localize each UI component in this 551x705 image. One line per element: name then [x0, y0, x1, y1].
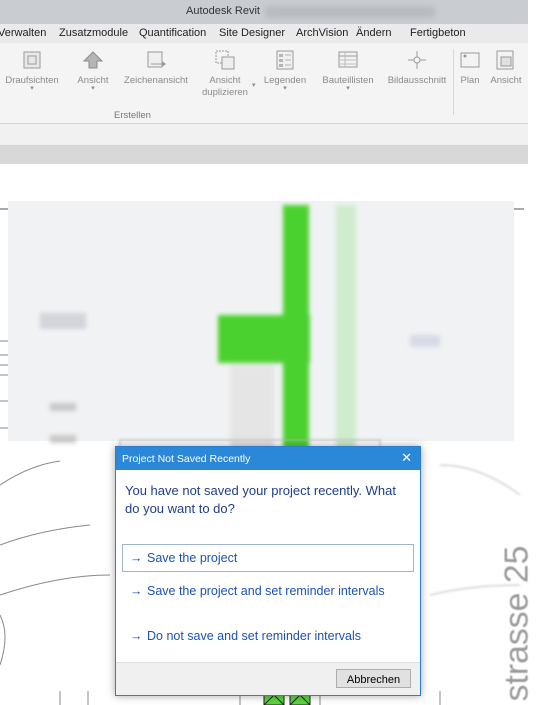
tab-fertigbeton[interactable]: Fertigbeton — [410, 27, 466, 39]
legends-button[interactable]: Legenden ▾ — [260, 49, 310, 92]
place-view-label: Ansicht — [490, 75, 522, 86]
dropdown-caret-icon: ▾ — [91, 85, 95, 92]
legend-icon — [273, 49, 297, 71]
sheet-button[interactable]: Plan — [456, 49, 484, 86]
tab-archvision[interactable]: ArchVision — [296, 27, 348, 39]
drafting-view-button[interactable]: Zeichenansicht — [120, 49, 192, 86]
duplicate-view-label: Ansicht duplizieren — [202, 75, 248, 98]
task-dialog: Project Not Saved Recently ✕ You have no… — [115, 446, 421, 696]
place-view-icon — [494, 49, 518, 71]
dialog-title: Project Not Saved Recently — [122, 453, 251, 465]
street-label-text: strasse 25 — [498, 546, 536, 702]
do-not-save-set-reminder-command[interactable]: → Do not save and set reminder intervals — [122, 622, 414, 650]
dialog-footer: Abbrechen — [116, 662, 420, 695]
street-label: strasse 25 — [498, 546, 536, 702]
floor-plans-button[interactable]: Draufsichten ▾ — [4, 49, 60, 92]
tab-site-designer[interactable]: Site Designer — [219, 27, 285, 39]
ribbon-group-divider — [453, 49, 454, 115]
drafting-view-label: Zeichenansicht — [124, 75, 188, 86]
ribbon-tabs: Verwalten Zusatzmodule Quantification Si… — [0, 24, 528, 43]
schedule-icon — [336, 49, 360, 71]
arrow-right-icon: → — [130, 629, 143, 643]
view-control-bar — [0, 146, 528, 164]
save-and-set-reminder-command[interactable]: → Save the project and set reminder inte… — [122, 577, 414, 605]
arrow-right-icon: → — [130, 551, 143, 565]
tab-zusatzmodule[interactable]: Zusatzmodule — [59, 27, 128, 39]
drafting-view-icon — [144, 49, 168, 71]
duplicate-view-button[interactable]: Ansicht duplizieren ▾ — [196, 49, 256, 99]
options-bar — [0, 124, 528, 146]
cancel-button[interactable]: Abbrechen — [336, 669, 411, 688]
scope-box-button[interactable]: Bildausschnitt — [382, 49, 452, 86]
elevation-button[interactable]: Ansicht ▾ — [72, 49, 114, 92]
scope-box-icon — [405, 49, 429, 71]
arrow-right-icon: → — [130, 584, 143, 598]
dropdown-caret-icon: ▾ — [346, 85, 350, 92]
duplicate-view-icon — [213, 49, 237, 71]
dropdown-caret-icon: ▾ — [30, 85, 34, 92]
dialog-title-bar[interactable]: Project Not Saved Recently ✕ — [116, 447, 420, 470]
command-label: Do not save and set reminder intervals — [147, 629, 361, 643]
tab-verwalten[interactable]: Verwalten — [0, 27, 46, 39]
floor-plan-icon — [20, 49, 44, 71]
title-bar: Autodesk Revit — [0, 0, 528, 24]
scope-box-label: Bildausschnitt — [387, 75, 447, 86]
ribbon-group-label: Erstellen — [114, 110, 151, 121]
sheet-icon — [458, 49, 482, 71]
tab-aendern[interactable]: Ändern — [356, 27, 391, 39]
dialog-main-instruction: You have not saved your project recently… — [125, 483, 396, 516]
document-title-blurred — [265, 6, 435, 18]
dropdown-caret-icon: ▾ — [252, 82, 256, 89]
schedules-button[interactable]: Bauteillisten ▾ — [318, 49, 378, 92]
place-view-button[interactable]: Ansicht — [486, 49, 526, 86]
ribbon-panel: Draufsichten ▾ Ansicht ▾ Zeichenansicht … — [0, 43, 528, 124]
sheet-label: Plan — [460, 75, 480, 86]
dropdown-caret-icon: ▾ — [283, 85, 287, 92]
elevation-icon — [81, 49, 105, 71]
command-label: Save the project and set reminder interv… — [147, 584, 385, 598]
app-title: Autodesk Revit — [186, 5, 260, 17]
save-project-command[interactable]: → Save the project — [122, 544, 414, 572]
tab-quantification[interactable]: Quantification — [139, 27, 206, 39]
close-icon[interactable]: ✕ — [401, 450, 412, 466]
command-label: Save the project — [147, 551, 238, 565]
